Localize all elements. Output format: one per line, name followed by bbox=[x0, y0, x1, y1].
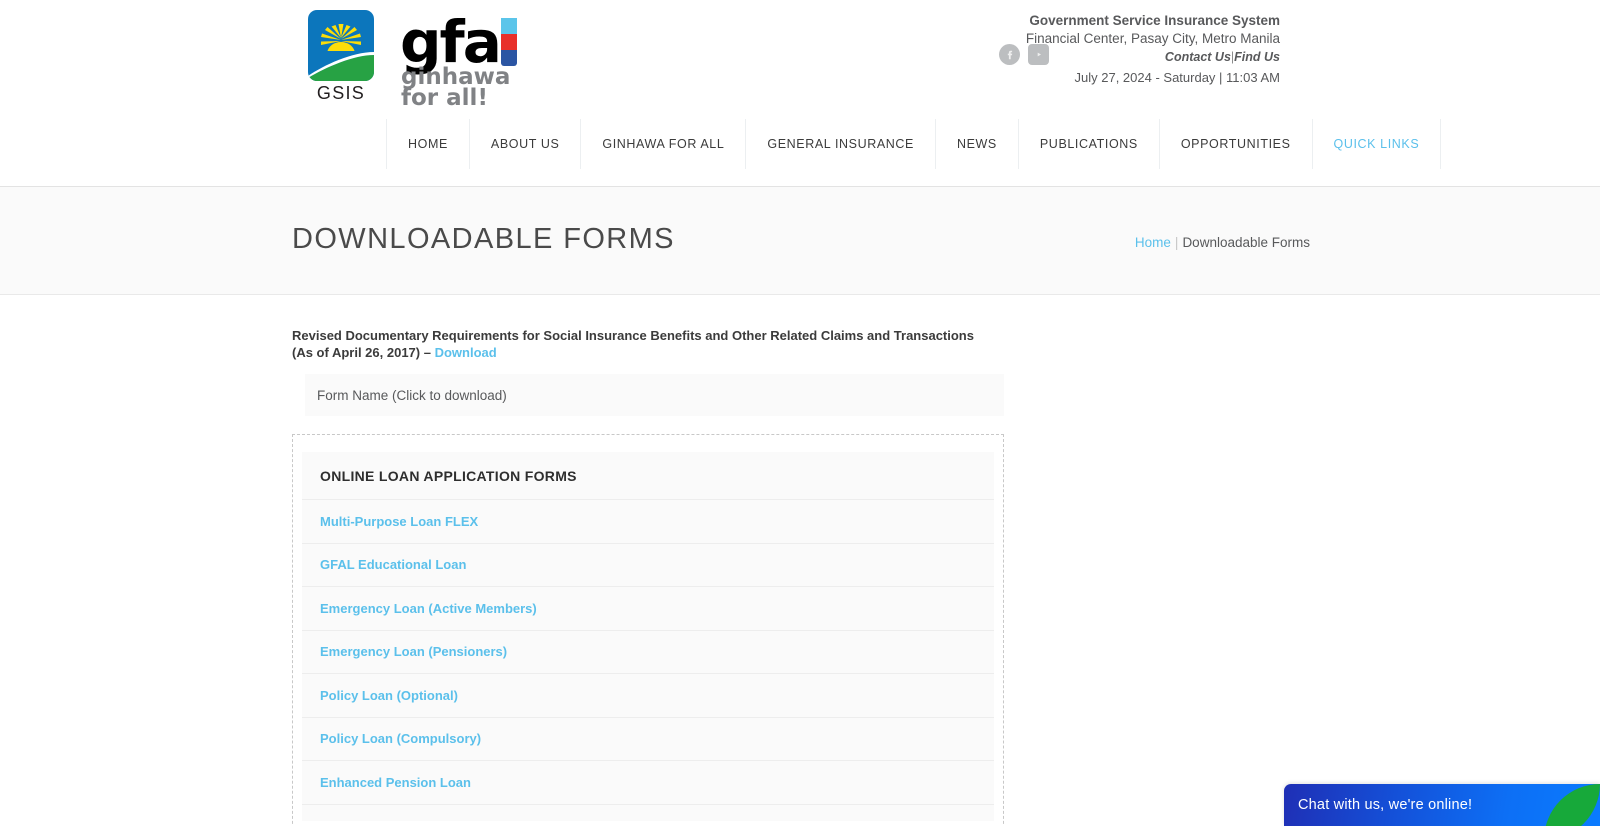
gfa-color-bars bbox=[500, 18, 517, 66]
accordion-footer-spacer bbox=[302, 804, 994, 821]
form-link-emergency-loan-active-members[interactable]: Emergency Loan (Active Members) bbox=[302, 587, 994, 631]
page-title-band: DOWNLOADABLE FORMS Home | Downloadable For… bbox=[0, 187, 1600, 295]
gsis-sun-icon bbox=[321, 24, 361, 51]
form-link-enhanced-pension-loan[interactable]: Enhanced Pension Loan bbox=[302, 761, 994, 805]
chat-widget[interactable]: Chat with us, we're online! bbox=[1284, 784, 1600, 826]
nav-item-about-us[interactable]: ABOUT US bbox=[469, 119, 582, 169]
chat-widget-label: Chat with us, we're online! bbox=[1298, 797, 1473, 813]
intro-date-prefix: (As of April 26, 2017) – bbox=[292, 344, 435, 360]
organization-address: Financial Center, Pasay City, Metro Mani… bbox=[1025, 31, 1280, 46]
logo-group[interactable]: GSIS gfa ginhawa for all! bbox=[308, 10, 517, 110]
current-datetime: July 27, 2024 - Saturday | 11:03 AM bbox=[1074, 70, 1280, 85]
main-content-area: Revised Documentary Requirements for Soc… bbox=[0, 295, 1600, 826]
intro-text: Revised Documentary Requirements for Soc… bbox=[292, 328, 1004, 361]
contact-us-link[interactable]: Contact Us bbox=[1165, 50, 1231, 64]
breadcrumb-home-link[interactable]: Home bbox=[1135, 235, 1171, 250]
form-link-emergency-loan-pensioners[interactable]: Emergency Loan (Pensioners) bbox=[302, 630, 994, 674]
nav-item-publications[interactable]: PUBLICATIONS bbox=[1018, 119, 1160, 169]
main-navigation: HOME ABOUT US GINHAWA FOR ALL GENERAL IN… bbox=[386, 119, 1442, 169]
nav-item-home[interactable]: HOME bbox=[387, 119, 470, 169]
header-info-block: Government Service Insurance System Fina… bbox=[850, 12, 1280, 88]
form-name-column-header: Form Name (Click to download) bbox=[305, 374, 1004, 416]
nav-item-opportunities[interactable]: OPPORTUNITIES bbox=[1159, 119, 1313, 169]
site-header: GSIS gfa ginhawa for all! Government Ser… bbox=[0, 0, 1600, 119]
organization-name: Government Service Insurance System bbox=[1029, 13, 1280, 28]
gsis-logo-mark bbox=[308, 10, 374, 81]
intro-line-2: (As of April 26, 2017) – Download bbox=[292, 345, 1004, 362]
gfa-wordmark: gfa bbox=[400, 8, 502, 76]
page-title: DOWNLOADABLE FORMS bbox=[292, 223, 675, 255]
download-link[interactable]: Download bbox=[435, 345, 497, 360]
chat-leaf-icon bbox=[1544, 784, 1600, 826]
form-link-gfal-educational-loan[interactable]: GFAL Educational Loan bbox=[302, 543, 994, 587]
gfa-logo[interactable]: gfa ginhawa for all! bbox=[400, 10, 517, 110]
intro-line-1: Revised Documentary Requirements for Soc… bbox=[292, 328, 974, 343]
gfa-bar-red bbox=[500, 34, 517, 50]
forms-content: Revised Documentary Requirements for Soc… bbox=[292, 328, 1004, 826]
main-navigation-bar: HOME ABOUT US GINHAWA FOR ALL GENERAL IN… bbox=[0, 119, 1600, 187]
header-links: Contact Us|Find Us bbox=[850, 48, 1280, 66]
breadcrumb: Home | Downloadable Forms bbox=[1135, 235, 1310, 250]
gsis-logo[interactable]: GSIS bbox=[308, 10, 374, 104]
accordion-online-loan-application-forms: ONLINE LOAN APPLICATION FORMS Multi-Purp… bbox=[292, 434, 1004, 826]
find-us-link[interactable]: Find Us bbox=[1234, 50, 1280, 64]
gfa-tagline-line2: for all! bbox=[401, 85, 488, 111]
accordion-section-header[interactable]: ONLINE LOAN APPLICATION FORMS bbox=[302, 452, 994, 500]
gfa-bar-light-blue bbox=[500, 18, 517, 34]
gsis-wordmark: GSIS bbox=[316, 83, 366, 103]
form-link-multi-purpose-loan-flex[interactable]: Multi-Purpose Loan FLEX bbox=[302, 500, 994, 544]
form-link-policy-loan-optional[interactable]: Policy Loan (Optional) bbox=[302, 674, 994, 718]
breadcrumb-current: Downloadable Forms bbox=[1182, 235, 1310, 250]
nav-item-general-insurance[interactable]: GENERAL INSURANCE bbox=[746, 119, 936, 169]
form-link-policy-loan-compulsory[interactable]: Policy Loan (Compulsory) bbox=[302, 717, 994, 761]
nav-item-ginhawa-for-all[interactable]: GINHAWA FOR ALL bbox=[581, 119, 747, 169]
breadcrumb-separator: | bbox=[1174, 235, 1179, 250]
nav-item-quick-links[interactable]: QUICK LINKS bbox=[1312, 119, 1442, 169]
nav-item-news[interactable]: NEWS bbox=[935, 119, 1019, 169]
